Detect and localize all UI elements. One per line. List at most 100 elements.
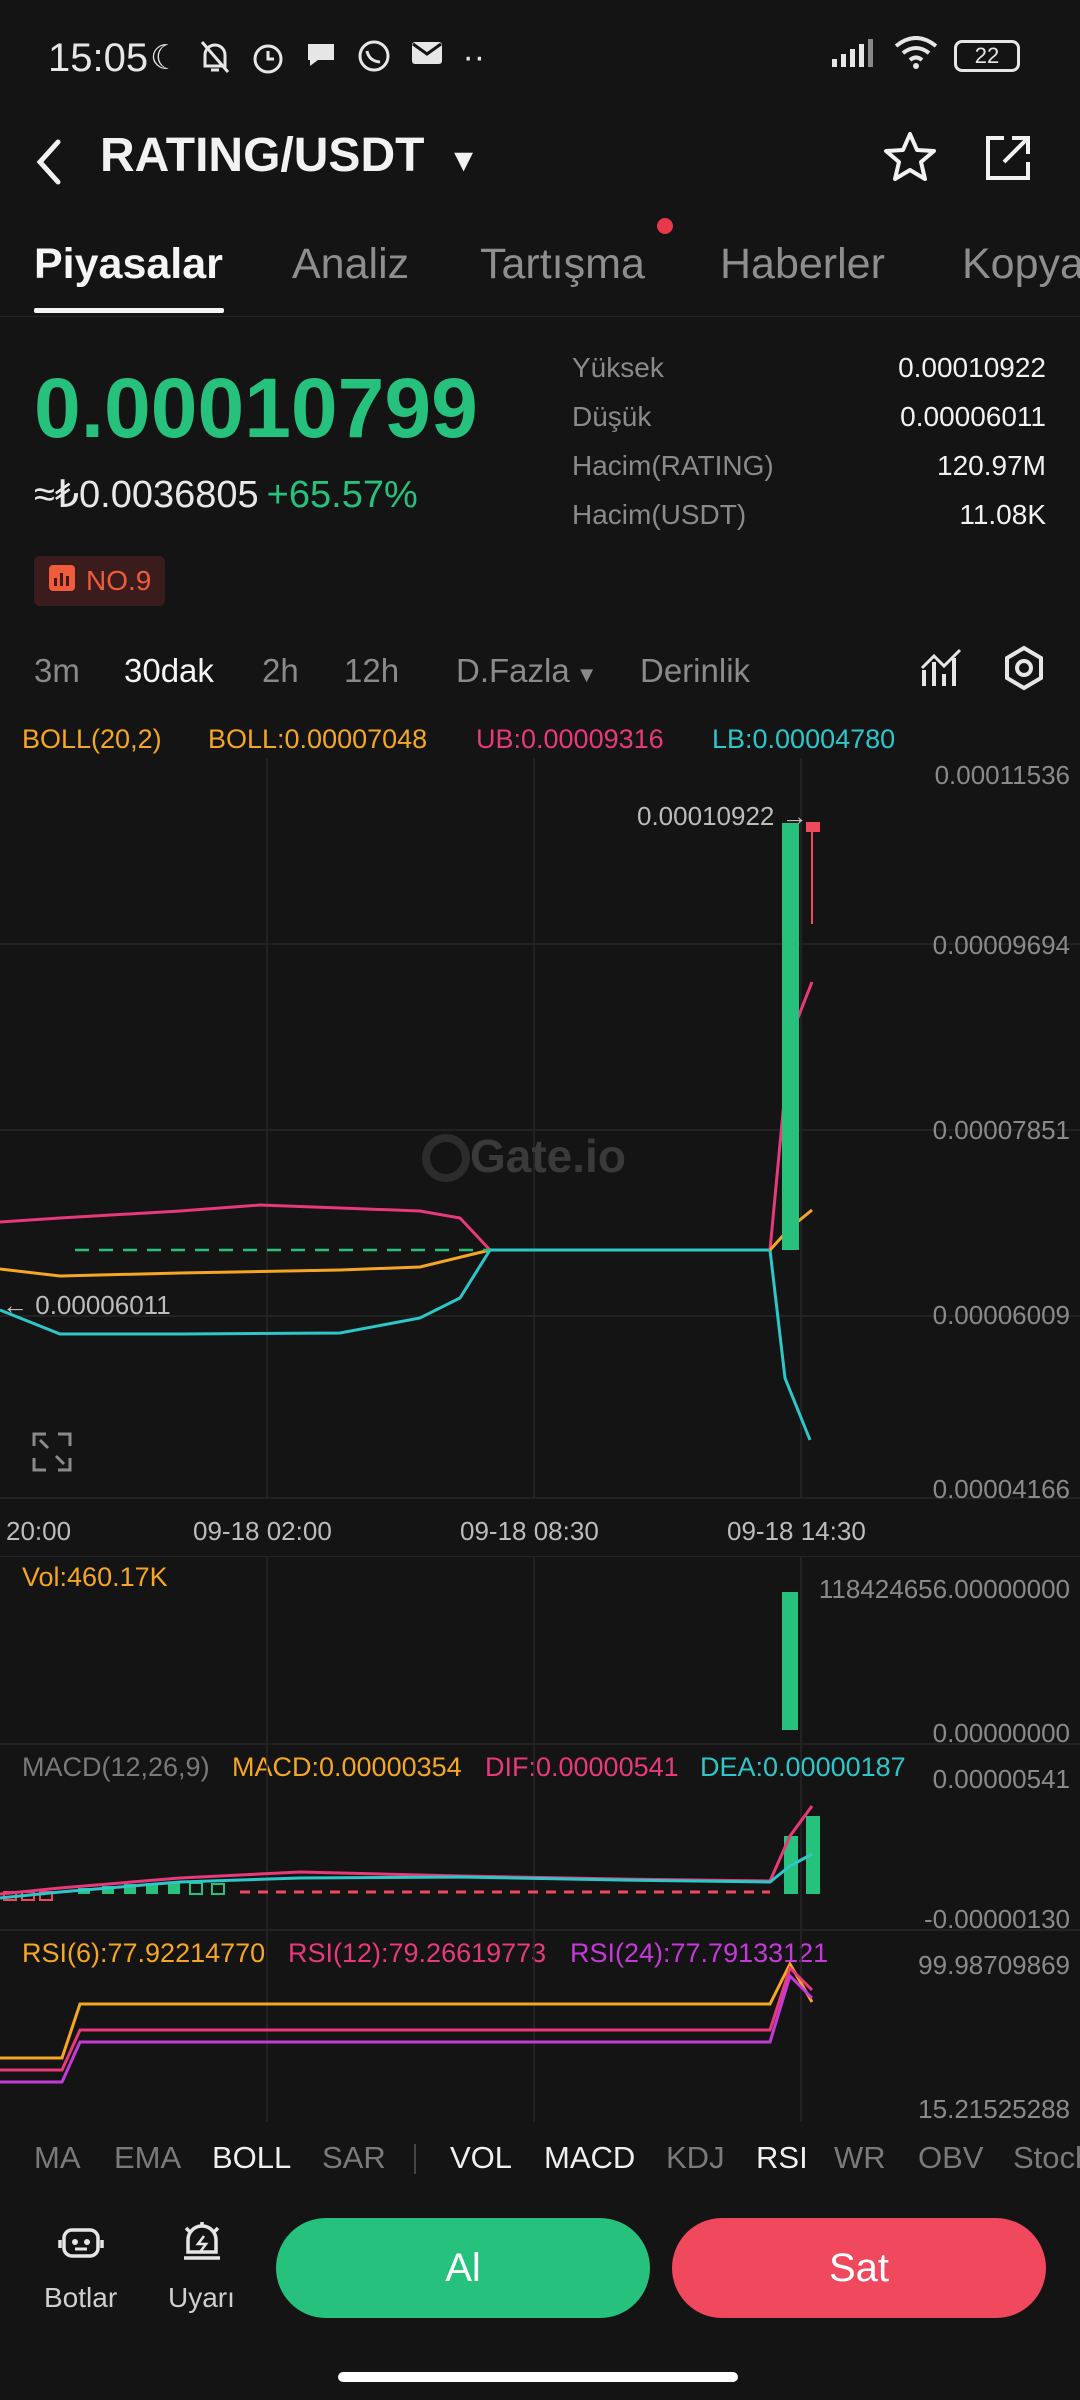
ind-tab-wr[interactable]: WR	[834, 2140, 886, 2176]
macd-chart	[0, 1746, 1080, 1932]
boll-lb: LB:0.00004780	[712, 724, 896, 754]
share-icon[interactable]	[978, 128, 1038, 193]
ind-tab-ma[interactable]: MA	[34, 2140, 81, 2176]
time-axis-4: 09-18 14:30	[727, 1516, 866, 1546]
low-marker: ← 0.00006011	[2, 1290, 171, 1320]
bots-button[interactable]: Botlar	[40, 2210, 120, 2320]
watermark-text: Gate.io	[470, 1130, 626, 1182]
interval-more-label: D.Fazla	[456, 652, 570, 689]
ind-tab-ema[interactable]: EMA	[114, 2140, 181, 2176]
bots-label: Botlar	[44, 2282, 118, 2313]
more-dots-icon: ··	[462, 38, 486, 76]
whatsapp-icon	[356, 38, 392, 85]
stat-high-label: Yüksek	[572, 352, 664, 383]
boll-mid: BOLL:0.00007048	[208, 724, 428, 754]
boll-ub-line	[0, 1203, 492, 1252]
wifi-icon	[894, 36, 938, 75]
tab-kopya[interactable]: Kopya	[962, 240, 1080, 289]
volume-chart	[0, 1556, 1080, 1746]
status-time: 15:05	[48, 36, 149, 80]
ind-tab-kdj[interactable]: KDJ	[666, 2140, 725, 2176]
big-green-candle	[782, 823, 799, 1250]
stat-high-value: 0.00010922	[898, 352, 1046, 383]
mail-icon	[410, 38, 444, 85]
bottom-bar: Botlar Uyarı Al Sat	[0, 2200, 1080, 2400]
price-axis-5: 0.00004166	[932, 1474, 1070, 1504]
stat-low-label: Düşük	[572, 401, 652, 432]
market-tabs: Piyasalar Analiz Tartışma Haberler Kopya	[0, 222, 1080, 317]
tab-analiz[interactable]: Analiz	[292, 240, 409, 289]
interval-bar: 3m 30dak 2h 12h D.Fazla ▼ Derinlik	[0, 640, 1080, 700]
ind-tab-boll[interactable]: BOLL	[212, 2140, 291, 2176]
pair-selector[interactable]: RATING/USDT ▼	[100, 128, 479, 183]
price-change: +65.57%	[266, 474, 418, 516]
chat-bubble-icon	[304, 38, 338, 85]
price-axis-3: 0.00007851	[932, 1115, 1070, 1145]
status-notification-icons: ☾ ··	[150, 38, 485, 85]
ind-tab-vol[interactable]: VOL	[450, 2140, 512, 2176]
stat-low-value: 0.00006011	[900, 401, 1046, 432]
ind-tab-sar[interactable]: SAR	[322, 2140, 386, 2176]
interval-30dak[interactable]: 30dak	[124, 652, 214, 690]
moon-icon: ☾	[150, 39, 181, 77]
fiat-price: ≈₺0.0036805	[34, 474, 259, 516]
volume-bar	[782, 1592, 798, 1730]
star-icon[interactable]	[880, 128, 940, 193]
stat-vol-quote-value: 11.08K	[959, 499, 1046, 530]
time-axis-1: 20:00	[6, 1516, 72, 1546]
active-tab-underline	[34, 308, 224, 313]
price-chart[interactable]: Gate.io 0.00010922 → ← 0.00006011	[0, 758, 1080, 1500]
indicator-chart-icon[interactable]	[918, 646, 964, 697]
high-marker: 0.00010922 →	[637, 801, 808, 831]
boll-ub: UB:0.00009316	[476, 724, 664, 754]
settings-hex-icon[interactable]	[1000, 644, 1048, 697]
alarm-icon	[250, 38, 286, 85]
buy-button[interactable]: Al	[276, 2218, 650, 2318]
tab-divider	[414, 2144, 416, 2174]
ind-tab-macd[interactable]: MACD	[544, 2140, 635, 2176]
interval-depth[interactable]: Derinlik	[640, 652, 750, 690]
time-axis-2: 09-18 02:00	[193, 1516, 332, 1546]
caret-down-icon: ▼	[447, 142, 480, 178]
rsi12-line	[0, 1965, 814, 2072]
alert-button[interactable]: Uyarı	[162, 2210, 242, 2320]
sell-button[interactable]: Sat	[672, 2218, 1046, 2318]
tab-piyasalar[interactable]: Piyasalar	[34, 240, 223, 289]
ind-tab-rsi[interactable]: RSI	[756, 2140, 808, 2176]
boll-name: BOLL(20,2)	[22, 724, 162, 754]
time-axis-3: 09-18 08:30	[460, 1516, 599, 1546]
stat-vol-base-value: 120.97M	[937, 450, 1046, 481]
last-price: 0.00010799	[34, 361, 478, 455]
expand-icon[interactable]	[32, 1432, 72, 1472]
watermark-logo	[422, 1134, 470, 1182]
ind-tab-stoch[interactable]: Stoch	[1013, 2140, 1080, 2176]
interval-12h[interactable]: 12h	[344, 652, 399, 690]
muted-bell-icon	[198, 38, 232, 85]
back-icon[interactable]	[30, 132, 70, 197]
caret-down-icon: ▼	[575, 662, 598, 687]
price-fiat-row: ≈₺0.0036805 +65.57%	[34, 472, 418, 517]
pair-header: RATING/USDT ▼	[0, 118, 1080, 218]
tab-haberler[interactable]: Haberler	[720, 240, 885, 289]
stat-vol-quote-label: Hacim(USDT)	[572, 499, 747, 530]
tab-tartisma[interactable]: Tartışma	[480, 240, 645, 289]
pair-title: RATING/USDT	[100, 129, 425, 182]
rsi6-line	[0, 1960, 814, 2060]
interval-2h[interactable]: 2h	[262, 652, 299, 690]
robot-icon	[58, 2220, 104, 2269]
rank-badge[interactable]: NO.9	[34, 556, 166, 606]
boll-mid-line	[0, 1248, 491, 1278]
interval-more[interactable]: D.Fazla ▼	[456, 652, 597, 690]
notification-dot	[657, 218, 673, 234]
ind-tab-obv[interactable]: OBV	[918, 2140, 983, 2176]
red-candle	[806, 822, 820, 832]
home-indicator[interactable]	[338, 2372, 738, 2382]
status-right-group: 22	[830, 36, 1020, 75]
alert-label: Uyarı	[168, 2282, 235, 2313]
boll-lb-drop	[768, 1249, 812, 1441]
alarm-clock-icon	[180, 2218, 224, 2269]
chart-grid	[0, 758, 1080, 1499]
interval-3m[interactable]: 3m	[34, 652, 80, 690]
price-axis-2: 0.00009694	[932, 930, 1070, 960]
rank-label: NO.9	[86, 565, 152, 596]
